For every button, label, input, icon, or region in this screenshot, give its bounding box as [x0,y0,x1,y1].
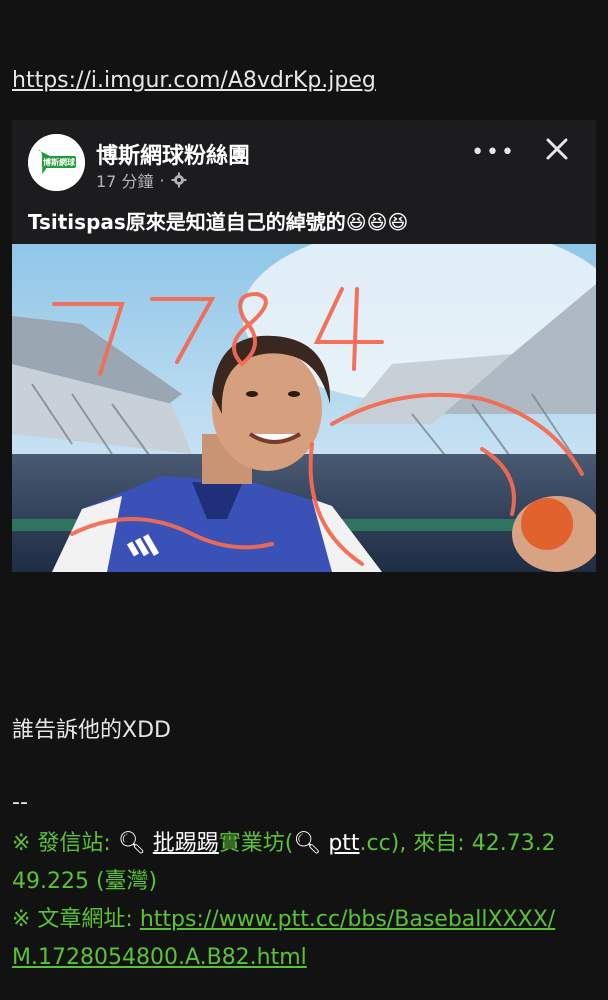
close-icon[interactable] [542,134,572,164]
signature-mid: 實業坊( [218,831,294,856]
signature-url-label: ※ 文章網址: [12,907,140,932]
facebook-post-card: 博斯網球 博斯網球粉絲團 17 分鐘 · ••• Tsitispas原來是知道自… [12,120,596,572]
post-meta: 17 分鐘 · [96,168,187,192]
article-url-link-cont[interactable]: M.1728054800.A.B82.html [12,945,307,970]
page-avatar[interactable]: 博斯網球 [28,134,85,191]
meta-dot: · [159,170,165,190]
search-icon[interactable]: 🔍︎ [118,831,146,856]
post-time[interactable]: 17 分鐘 [96,168,153,192]
post-caption: Tsitispas原來是知道自己的綽號的😆😆😆 [28,210,409,234]
signature-ip: .cc), 來自: 42.73.2 [359,831,556,856]
gear-icon [171,172,187,188]
avatar-logo-text: 博斯網球 [43,157,76,167]
page-name[interactable]: 博斯網球粉絲團 [96,138,250,170]
more-options-icon[interactable]: ••• [471,140,516,165]
tennis-player-photo: 7784 [12,244,596,572]
imgur-link[interactable]: https://i.imgur.com/A8vdrKp.jpeg [12,68,376,93]
post-photo[interactable]: 7784 [12,244,596,572]
search-icon[interactable]: 🔍︎ [293,831,321,856]
search-link-ptt[interactable]: ptt [328,831,359,856]
article-url-link[interactable]: https://www.ptt.cc/bbs/BaseballXXXX/ [140,907,555,932]
signature-source: ※ 發信站: 🔍︎ 批踢踢實業坊(🔍︎ ptt.cc), 來自: 42.73.2… [12,825,602,977]
signature-prefix: ※ 發信站: [12,831,118,856]
body-text: 誰告訴他的XDD [12,718,171,743]
signature-ip-cont: 49.225 (臺灣) [12,869,158,894]
separator: -- [12,790,28,815]
avatar-logo-icon: 博斯網球 [28,134,85,191]
search-link-ptt-name[interactable]: 批踢踢 [153,831,219,856]
